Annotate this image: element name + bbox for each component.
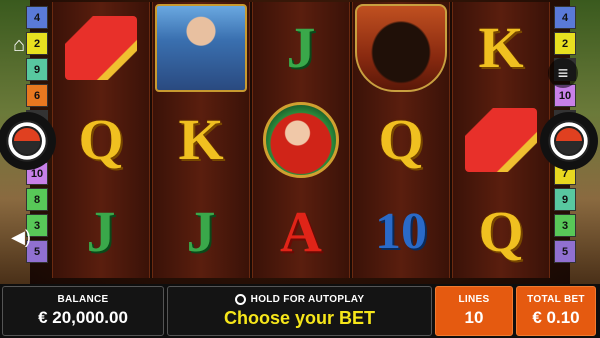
symbol-K: K (153, 94, 249, 186)
payline-number: 4 (554, 6, 576, 29)
symbol-J: J (253, 2, 349, 94)
symbol-K: K (453, 2, 549, 94)
balance-value: € 20,000.00 (38, 308, 128, 327)
reel-1: QJ (52, 2, 150, 278)
bull-symbol (353, 2, 449, 94)
payline-number: 5 (554, 240, 576, 263)
balance-label: BALANCE (57, 294, 109, 305)
balance-panel: BALANCE € 20,000.00 (2, 286, 164, 336)
cape-symbol-art (465, 108, 537, 172)
bet-panel[interactable]: HOLD FOR AUTOPLAY Choose your BET (167, 286, 432, 336)
symbol-label: J (86, 199, 116, 264)
reel-2: KJ (152, 2, 250, 278)
symbol-label: J (286, 15, 316, 80)
payline-number: 6 (26, 84, 48, 107)
cape-symbol-art (65, 16, 137, 80)
matador-symbol (153, 2, 249, 94)
symbol-10: 10 (353, 186, 449, 278)
symbol-Q: Q (353, 94, 449, 186)
payline-number: 3 (554, 214, 576, 237)
total-bet-value: € 0.10 (532, 308, 580, 327)
payline-number: 2 (554, 32, 576, 55)
spin-arrows-left-icon[interactable] (0, 112, 56, 170)
symbol-label: K (478, 15, 524, 80)
total-bet-button[interactable]: TOTAL BET € 0.10 (516, 286, 596, 336)
cape-symbol (453, 94, 549, 186)
payline-number: 8 (26, 188, 48, 211)
symbol-J: J (53, 186, 149, 278)
symbol-Q: Q (453, 186, 549, 278)
symbol-A: A (253, 186, 349, 278)
lady-symbol-art (263, 102, 339, 178)
payline-number: 9 (26, 58, 48, 81)
autoplay-icon (234, 293, 246, 305)
cape-symbol (53, 2, 149, 94)
payline-number: 9 (554, 188, 576, 211)
total-bet-label: TOTAL BET (527, 294, 585, 305)
symbol-label: Q (378, 107, 424, 172)
bottom-bar: BALANCE € 20,000.00 HOLD FOR AUTOPLAY Ch… (0, 284, 600, 338)
reel-5: KQ (452, 2, 550, 278)
speaker-icon[interactable]: ◀) (8, 226, 34, 248)
symbol-label: A (280, 199, 322, 264)
lady-symbol (253, 94, 349, 186)
symbol-Q: Q (53, 94, 149, 186)
symbol-label: Q (78, 107, 124, 172)
bull-symbol-art (355, 4, 447, 92)
lines-label: LINES (458, 294, 490, 305)
home-icon[interactable]: ⌂ (8, 34, 30, 56)
symbol-J: J (153, 186, 249, 278)
symbol-label: K (178, 107, 224, 172)
payline-number: 4 (26, 6, 48, 29)
symbol-label: Q (478, 199, 524, 264)
spin-arrows-right-icon[interactable] (540, 112, 598, 170)
symbol-label: 10 (375, 203, 427, 260)
matador-symbol-art (155, 4, 247, 92)
reel-4: Q 10 (352, 2, 450, 278)
choose-bet-text: Choose your BET (223, 307, 375, 328)
lines-value: 10 (464, 308, 484, 327)
reel-3: JA (252, 2, 350, 278)
hamburger-menu-icon[interactable]: ≡ (548, 58, 578, 88)
lines-button[interactable]: LINES 10 (435, 286, 513, 336)
autoplay-label: HOLD FOR AUTOPLAY (250, 293, 365, 305)
reels-area[interactable]: Q J K J J A Q 10 K Q (52, 2, 550, 278)
symbol-label: J (186, 199, 216, 264)
game-scene: Q J K J J A Q 10 K Q 4 2 9 6 10 8 3 5 4 2 10 7 9 3 5 ⌂ ◀) ≡ (0, 0, 600, 284)
